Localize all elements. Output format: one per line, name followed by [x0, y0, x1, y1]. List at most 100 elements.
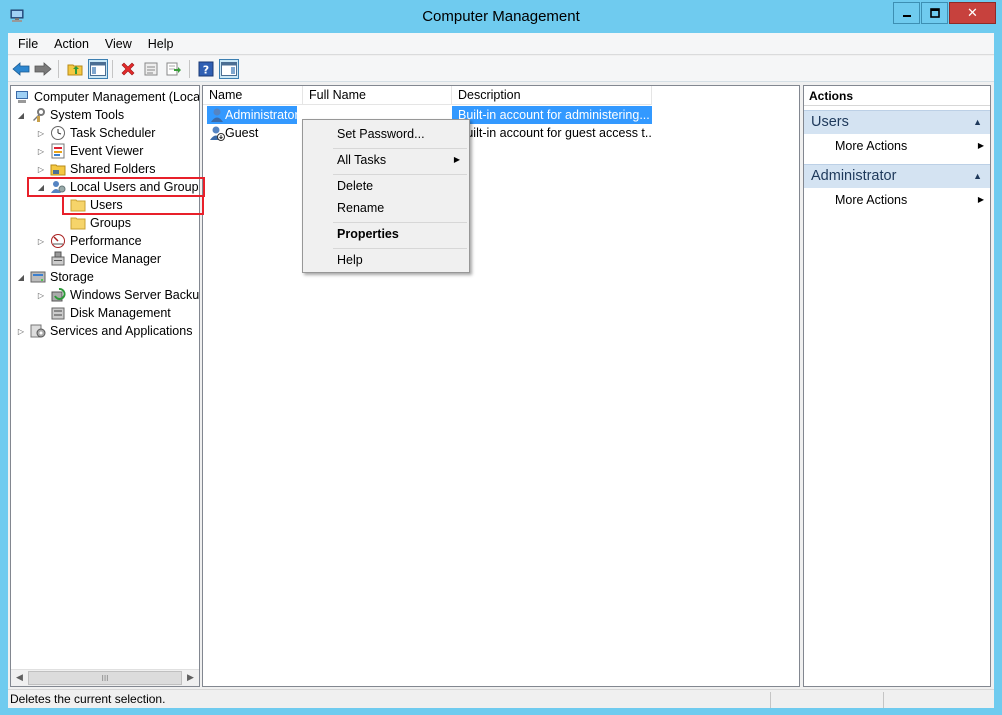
window-title: Computer Management	[422, 8, 580, 25]
performance-icon	[51, 234, 65, 248]
tree-item-computer-management[interactable]: Computer Management (Local	[14, 88, 199, 106]
expand-icon[interactable]: ▷	[36, 129, 46, 138]
column-header-name[interactable]: Name	[203, 86, 303, 105]
back-button[interactable]	[11, 59, 31, 79]
tree-label: Windows Server Backup	[70, 288, 200, 302]
collapse-icon[interactable]: ◢	[16, 273, 26, 282]
maximize-button[interactable]	[921, 2, 948, 24]
tree-item-task-scheduler[interactable]: ▷ Task Scheduler	[36, 124, 155, 142]
tree-label: Shared Folders	[70, 162, 156, 176]
scroll-right-arrow-icon[interactable]: ▶	[182, 670, 199, 686]
tree-item-disk-management[interactable]: Disk Management	[50, 304, 171, 322]
delete-button[interactable]	[118, 59, 138, 79]
list-row-guest[interactable]: Guest Built-in account for guest access …	[203, 124, 799, 142]
expand-icon[interactable]: ▷	[36, 237, 46, 246]
expand-icon[interactable]: ▷	[36, 291, 46, 300]
tree-item-performance[interactable]: ▷ Performance	[36, 232, 142, 250]
context-menu-rename[interactable]: Rename	[306, 197, 466, 219]
actions-section-administrator[interactable]: Administrator ▲	[804, 164, 990, 188]
tree-item-services-and-applications[interactable]: ▷ Services and Applications	[16, 322, 193, 340]
help-button[interactable]: ?	[196, 59, 216, 79]
highlight-box-users	[62, 195, 204, 215]
up-folder-icon	[67, 64, 83, 76]
list-row-administrator[interactable]: Administrator Built-in account for admin…	[203, 106, 799, 124]
context-menu-delete[interactable]: Delete	[306, 175, 466, 197]
context-menu: Set Password... All Tasks ▶ Delete Renam…	[302, 119, 470, 273]
tree-label: Storage	[50, 270, 94, 284]
storage-icon	[30, 271, 46, 283]
minimize-button[interactable]	[893, 2, 920, 24]
toolbar-separator	[189, 60, 190, 78]
collapse-up-icon[interactable]: ▲	[973, 165, 982, 188]
toolbar: ?	[8, 56, 994, 82]
highlight-box-local-users-and-groups	[27, 177, 205, 197]
status-divider	[770, 692, 771, 708]
user-name: Administrator	[225, 108, 297, 122]
svg-text:?: ?	[203, 64, 209, 77]
collapse-up-icon[interactable]: ▲	[973, 111, 982, 134]
menu-help[interactable]: Help	[140, 34, 182, 54]
column-header-full-name[interactable]: Full Name	[303, 86, 452, 105]
collapse-icon[interactable]: ◢	[16, 111, 26, 120]
shared-folders-icon	[50, 164, 66, 176]
actions-section-users[interactable]: Users ▲	[804, 110, 990, 134]
close-icon: ✕	[967, 5, 978, 21]
event-viewer-icon	[51, 143, 65, 159]
title-bar[interactable]: Computer Management ✕	[0, 0, 1002, 33]
context-menu-properties[interactable]: Properties	[306, 223, 466, 245]
user-description: Built-in account for administering...	[452, 106, 652, 124]
tree-label: Groups	[90, 216, 131, 230]
forward-button[interactable]	[33, 59, 53, 79]
system-tools-icon	[33, 108, 45, 122]
context-menu-set-password[interactable]: Set Password...	[306, 123, 466, 145]
computer-management-icon	[16, 91, 28, 103]
action-more-actions-users[interactable]: More Actions ▶	[804, 136, 990, 156]
tree-label: Event Viewer	[70, 144, 144, 158]
grip-icon: III	[101, 673, 109, 683]
folder-icon	[70, 217, 86, 230]
tree-label: Task Scheduler	[70, 126, 156, 140]
show-hide-action-pane-button[interactable]	[219, 59, 239, 79]
users-list-pane[interactable]: Name Full Name Description Administrator…	[202, 85, 800, 687]
menu-file[interactable]: File	[10, 34, 46, 54]
scrollbar-thumb[interactable]: III	[28, 671, 182, 685]
user-icon	[211, 108, 223, 122]
tree-item-device-manager[interactable]: Device Manager	[50, 250, 161, 268]
submenu-arrow-icon: ▶	[977, 195, 984, 204]
expand-icon[interactable]: ▷	[36, 147, 46, 156]
tree-item-system-tools[interactable]: ◢ System Tools	[16, 106, 124, 124]
scroll-left-arrow-icon[interactable]: ◀	[11, 670, 28, 686]
user-description: Built-in account for guest access t...	[458, 126, 652, 140]
tree-horizontal-scrollbar[interactable]: ◀ III ▶	[11, 669, 199, 686]
action-more-actions-administrator[interactable]: More Actions ▶	[804, 190, 990, 210]
context-menu-help[interactable]: Help	[306, 249, 466, 271]
menu-view[interactable]: View	[97, 34, 140, 54]
client-area: File Action View Help ? Computer Managem…	[8, 33, 994, 708]
tree-item-storage[interactable]: ◢ Storage	[16, 268, 94, 286]
close-button[interactable]: ✕	[949, 2, 996, 24]
user-name-cell: Guest	[207, 124, 297, 142]
properties-button[interactable]	[141, 59, 161, 79]
export-list-button[interactable]	[164, 59, 184, 79]
services-applications-icon	[30, 324, 46, 338]
submenu-arrow-icon: ▶	[977, 141, 984, 150]
user-name: Guest	[225, 126, 259, 140]
menu-item-label: All Tasks	[337, 153, 387, 167]
expand-icon[interactable]: ▷	[36, 165, 46, 174]
tree-item-windows-server-backup[interactable]: ▷ Windows Server Backup	[36, 286, 200, 304]
up-button[interactable]	[65, 59, 85, 79]
context-menu-all-tasks[interactable]: All Tasks ▶	[306, 149, 466, 171]
expand-icon[interactable]: ▷	[16, 327, 26, 336]
toolbar-separator	[112, 60, 113, 78]
console-tree-pane[interactable]: Computer Management (Local ◢ System Tool…	[10, 85, 200, 687]
show-hide-action-pane-icon	[221, 62, 237, 76]
tree-item-event-viewer[interactable]: ▷ Event Viewer	[36, 142, 143, 160]
menu-action[interactable]: Action	[46, 34, 97, 54]
clock-icon	[51, 126, 65, 140]
tree-item-shared-folders[interactable]: ▷ Shared Folders	[36, 160, 156, 178]
show-hide-tree-button[interactable]	[88, 59, 108, 79]
tree-item-groups[interactable]: Groups	[70, 214, 131, 232]
column-header-description[interactable]: Description	[452, 86, 652, 105]
tree-label: Disk Management	[70, 306, 171, 320]
back-icon	[12, 62, 30, 76]
